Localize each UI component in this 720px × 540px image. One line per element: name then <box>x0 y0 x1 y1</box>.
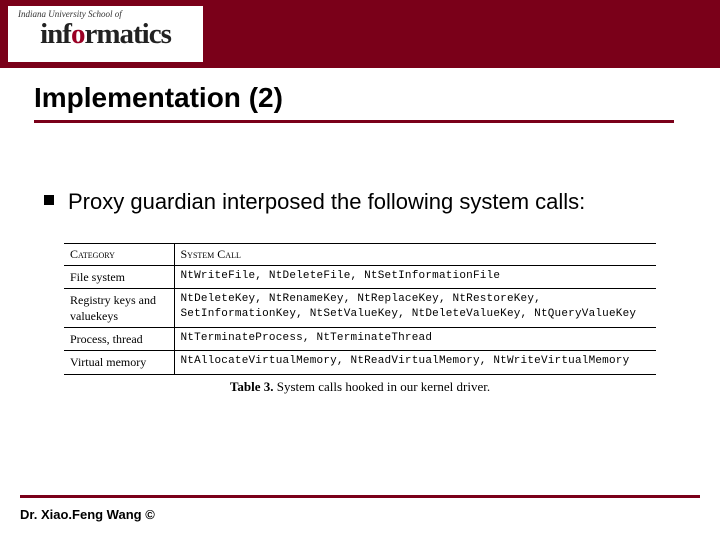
cell-category: Registry keys and valuekeys <box>64 288 174 327</box>
square-bullet-icon <box>44 195 54 205</box>
caption-text: System calls hooked in our kernel driver… <box>273 379 490 394</box>
wordmark-dot: o <box>71 18 85 50</box>
header-band: Indiana University School of informatics <box>0 0 720 68</box>
slide-title: Implementation (2) <box>34 82 720 114</box>
table-row: Virtual memory NtAllocateVirtualMemory, … <box>64 351 656 374</box>
caption-label: Table 3. <box>230 379 274 394</box>
cell-calls: NtWriteFile, NtDeleteFile, NtSetInformat… <box>174 265 656 288</box>
cell-category: File system <box>64 265 174 288</box>
footer-author: Dr. Xiao.Feng Wang © <box>20 507 155 522</box>
institution-top-line: Indiana University School of <box>18 9 122 19</box>
table-row: Registry keys and valuekeys NtDeleteKey,… <box>64 288 656 327</box>
table-row: Process, thread NtTerminateProcess, NtTe… <box>64 328 656 351</box>
wordmark-part1: inf <box>40 18 71 50</box>
wordmark-part2: rmatics <box>84 18 170 50</box>
cell-calls: NtAllocateVirtualMemory, NtReadVirtualMe… <box>174 351 656 374</box>
table-header-row: Category System Call <box>64 243 656 265</box>
col-category: Category <box>64 243 174 265</box>
bullet-text: Proxy guardian interposed the following … <box>68 187 585 217</box>
cell-calls: NtTerminateProcess, NtTerminateThread <box>174 328 656 351</box>
institution-wordmark: informatics <box>40 20 171 49</box>
bullet-item: Proxy guardian interposed the following … <box>44 187 676 217</box>
title-area: Implementation (2) <box>0 68 720 123</box>
footer-rule <box>20 495 700 498</box>
syscall-table: Category System Call File system NtWrite… <box>64 243 656 375</box>
col-systemcall: System Call <box>174 243 656 265</box>
cell-category: Virtual memory <box>64 351 174 374</box>
content-area: Proxy guardian interposed the following … <box>0 123 720 395</box>
table-row: File system NtWriteFile, NtDeleteFile, N… <box>64 265 656 288</box>
table-wrap: Category System Call File system NtWrite… <box>64 243 656 395</box>
institution-logo: Indiana University School of informatics <box>8 6 203 62</box>
cell-category: Process, thread <box>64 328 174 351</box>
cell-calls: NtDeleteKey, NtRenameKey, NtReplaceKey, … <box>174 288 656 327</box>
table-caption: Table 3. System calls hooked in our kern… <box>64 379 656 395</box>
